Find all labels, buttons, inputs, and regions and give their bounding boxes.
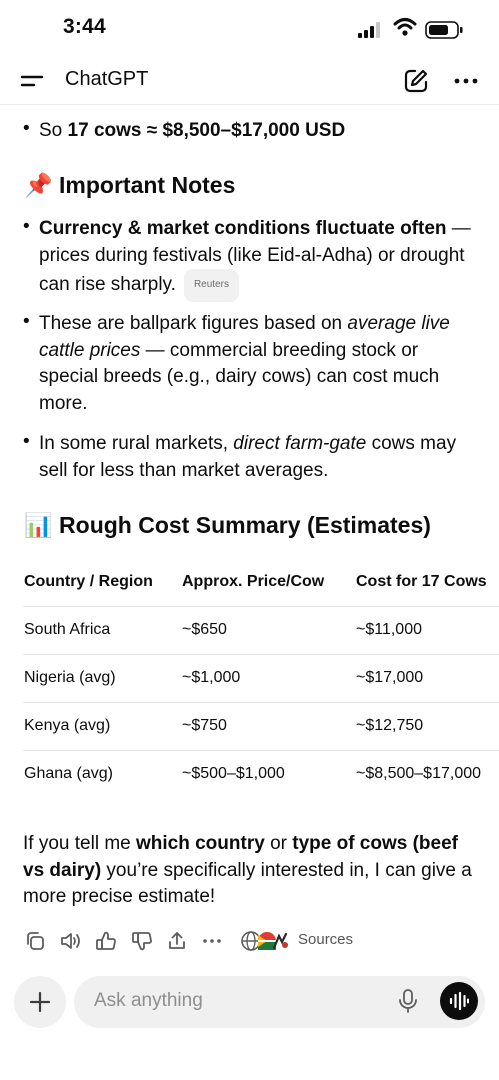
bullet-text: These are ballpark figures based on aver…: [39, 311, 475, 417]
bold-text: 17 cows ≈ $8,500–$17,000 USD: [67, 120, 346, 141]
table-cell: South Africa: [24, 621, 111, 638]
table-cell: ~$11,000: [356, 621, 422, 638]
table-divider: [23, 702, 499, 703]
bullet: •: [23, 118, 30, 139]
table-divider: [23, 750, 499, 751]
message-input-placeholder: Ask anything: [94, 990, 203, 1011]
list-item: • Currency & market conditions fluctuate…: [23, 216, 475, 302]
share-icon[interactable]: [166, 930, 188, 952]
italic-text: direct farm-gate: [233, 433, 367, 454]
section-heading-summary: 📊 Rough Cost Summary (Estimates): [24, 512, 431, 539]
closing-paragraph: If you tell me which country or type of …: [23, 831, 483, 911]
status-time: 3:44: [63, 15, 106, 38]
copy-icon[interactable]: [24, 930, 46, 952]
table-cell: ~$17,000: [356, 669, 424, 686]
text-span: If you tell me: [23, 833, 136, 854]
waveform-icon: [449, 991, 469, 1011]
thumbs-up-icon[interactable]: [95, 930, 117, 952]
table-cell: ~$750: [182, 717, 227, 734]
more-options-icon[interactable]: [453, 73, 479, 89]
more-icon[interactable]: [201, 930, 223, 952]
header-divider: [0, 104, 499, 105]
heading-text: Important Notes: [59, 172, 236, 198]
app-title: ChatGPT: [65, 68, 149, 90]
bullet: •: [23, 216, 30, 237]
battery-icon: [425, 21, 463, 39]
sources-favicons[interactable]: [240, 928, 292, 954]
sources-button[interactable]: Sources: [298, 931, 353, 948]
thumbs-down-icon[interactable]: [131, 930, 153, 952]
read-aloud-icon[interactable]: [59, 930, 81, 952]
table-cell: ~$500–$1,000: [182, 765, 285, 782]
heading-text: Rough Cost Summary (Estimates): [59, 512, 431, 538]
pushpin-icon: 📌: [24, 172, 53, 198]
list-item: • In some rural markets, direct farm-gat…: [23, 431, 475, 484]
table-cell: Nigeria (avg): [24, 669, 116, 686]
bullet-text: In some rural markets, direct farm-gate …: [39, 431, 475, 484]
bullet: •: [23, 311, 30, 332]
table-divider: [23, 654, 499, 655]
voice-mode-button[interactable]: [440, 982, 478, 1020]
table-cell: Ghana (avg): [24, 765, 113, 782]
text-span: These are ballpark figures based on: [39, 313, 348, 334]
wifi-icon: [393, 18, 417, 36]
bullet: •: [23, 431, 30, 452]
table-cell: ~$650: [182, 621, 227, 638]
cellular-signal-icon: [358, 22, 380, 38]
menu-icon[interactable]: [20, 70, 44, 92]
text-span: So: [39, 120, 68, 141]
plus-icon: [29, 991, 51, 1013]
table-cell: ~$1,000: [182, 669, 241, 686]
list-item: • So 17 cows ≈ $8,500–$17,000 USD: [23, 118, 475, 145]
new-chat-icon[interactable]: [403, 68, 429, 94]
table-cell: ~$8,500–$17,000: [356, 765, 482, 782]
source-favicon-icon: [272, 932, 288, 950]
section-heading-notes: 📌 Important Notes: [24, 172, 235, 199]
bullet-text: So 17 cows ≈ $8,500–$17,000 USD: [39, 118, 475, 145]
table-divider: [23, 606, 499, 607]
table-cell: ~$12,750: [356, 717, 424, 734]
table-cell: Kenya (avg): [24, 717, 111, 734]
table-header-price: Approx. Price/Cow: [182, 573, 325, 590]
bullet-text: Currency & market conditions fluctuate o…: [39, 216, 475, 302]
table-header-cost: Cost for 17 Cows: [356, 573, 487, 590]
bold-text: Currency & market conditions fluctuate o…: [39, 218, 447, 239]
bold-text: which country: [136, 833, 265, 854]
bar-chart-icon: 📊: [24, 512, 53, 538]
text-span: In some rural markets,: [39, 433, 234, 454]
microphone-icon[interactable]: [397, 988, 419, 1014]
source-chip[interactable]: Reuters: [183, 269, 239, 302]
list-item: • These are ballpark figures based on av…: [23, 311, 475, 417]
text-span: or: [264, 833, 293, 854]
table-header-country: Country / Region: [24, 573, 153, 590]
add-attachment-button[interactable]: [14, 976, 66, 1028]
